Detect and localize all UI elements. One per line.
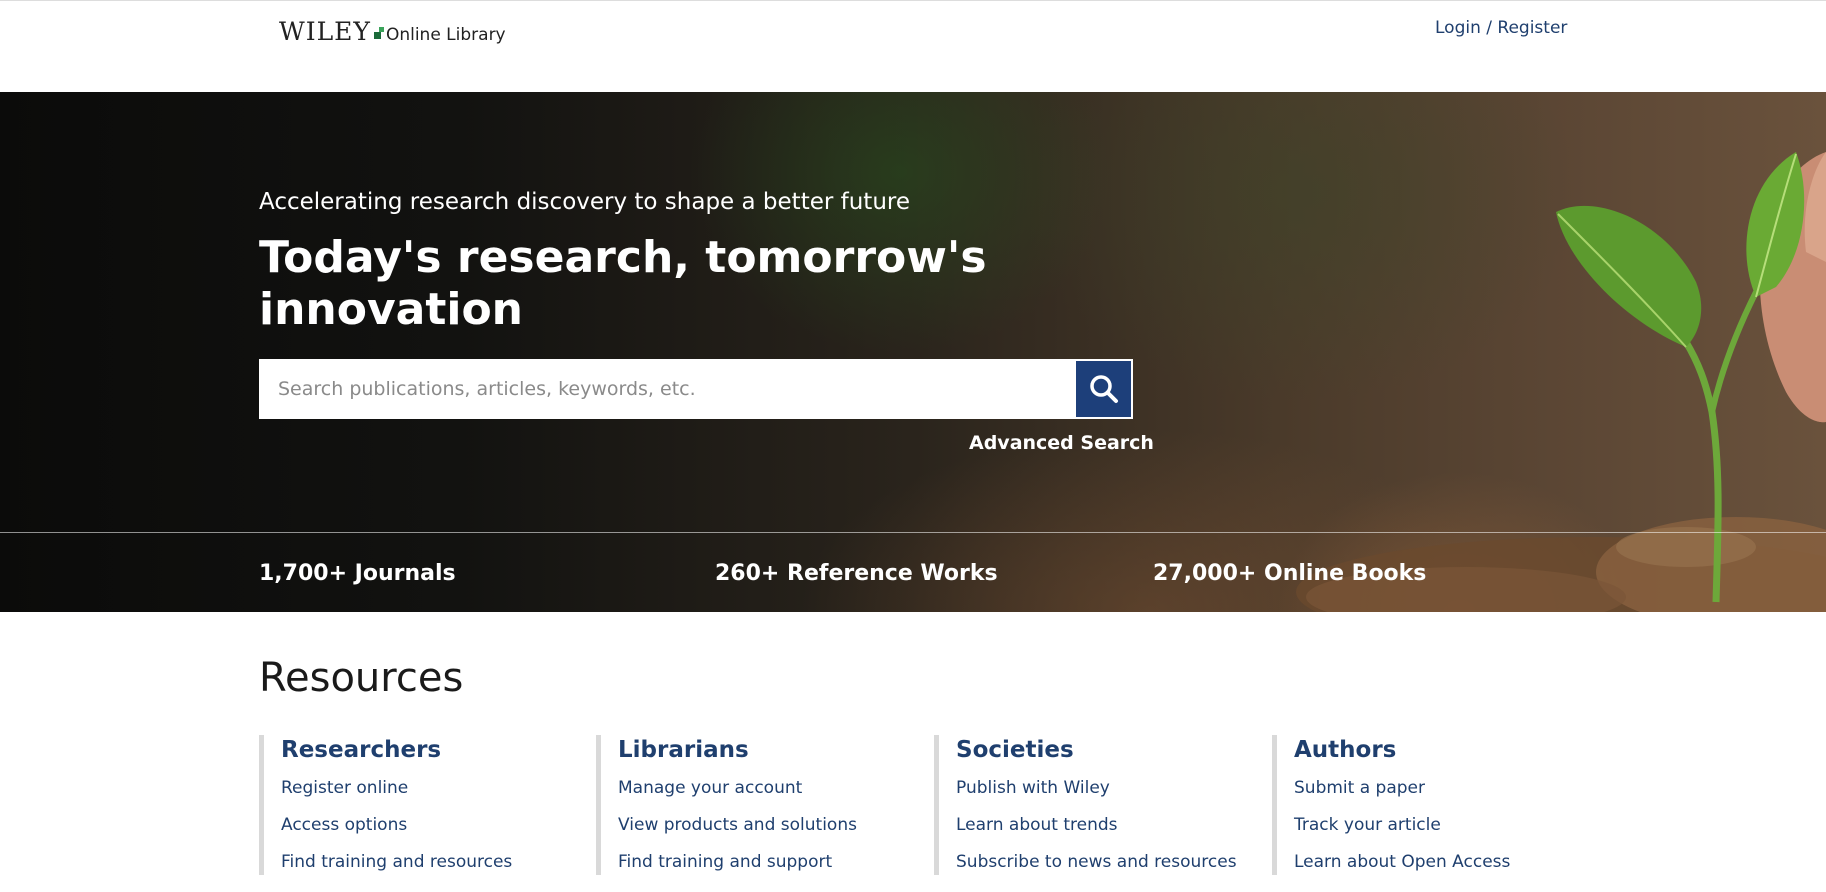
stat-online-books[interactable]: 27,000+ Online Books xyxy=(1153,561,1426,586)
hero-title: Today's research, tomorrow's innovation xyxy=(259,232,987,335)
resource-link[interactable]: Track your article xyxy=(1294,814,1602,836)
site-header: WILEY Online Library Login / Register xyxy=(0,0,1826,92)
resource-link[interactable]: Manage your account xyxy=(618,777,926,799)
resource-link[interactable]: Subscribe to news and resources xyxy=(956,851,1264,873)
logo-mark-icon xyxy=(373,27,384,39)
resource-link[interactable]: Access options xyxy=(281,814,589,836)
search-input[interactable] xyxy=(259,359,1075,419)
resource-link[interactable]: Find training and support xyxy=(618,851,926,873)
resources-heading[interactable]: Societies xyxy=(956,735,1264,765)
logo-brand-text: WILEY xyxy=(279,17,371,46)
wiley-online-library-logo[interactable]: WILEY Online Library xyxy=(279,17,506,46)
resources-heading[interactable]: Authors xyxy=(1294,735,1602,765)
resource-link[interactable]: View products and solutions xyxy=(618,814,926,836)
logo-product-text: Online Library xyxy=(385,25,506,45)
resources-column-authors: Authors Submit a paper Track your articl… xyxy=(1272,735,1602,875)
resources-heading[interactable]: Librarians xyxy=(618,735,926,765)
resources-column-societies: Societies Publish with Wiley Learn about… xyxy=(934,735,1264,875)
resources-title: Resources xyxy=(259,655,464,701)
search-icon xyxy=(1089,375,1118,403)
advanced-search-link[interactable]: Advanced Search xyxy=(969,432,1154,454)
hero-divider xyxy=(0,532,1826,533)
login-register-link[interactable]: Login / Register xyxy=(1435,18,1567,38)
search-bar xyxy=(259,359,1133,419)
resources-column-researchers: Researchers Register online Access optio… xyxy=(259,735,589,875)
hero-tagline: Accelerating research discovery to shape… xyxy=(259,189,910,215)
resources-heading[interactable]: Researchers xyxy=(281,735,589,765)
resource-link[interactable]: Register online xyxy=(281,777,589,799)
seedling-hero-image xyxy=(1296,152,1826,612)
hero-banner: Accelerating research discovery to shape… xyxy=(0,92,1826,612)
resource-link[interactable]: Find training and resources xyxy=(281,851,589,873)
search-button[interactable] xyxy=(1076,361,1131,417)
resource-link[interactable]: Learn about trends xyxy=(956,814,1264,836)
resource-link[interactable]: Submit a paper xyxy=(1294,777,1602,799)
stat-journals[interactable]: 1,700+ Journals xyxy=(259,561,456,586)
resource-link[interactable]: Publish with Wiley xyxy=(956,777,1264,799)
resource-link[interactable]: Learn about Open Access xyxy=(1294,851,1602,873)
stat-reference-works[interactable]: 260+ Reference Works xyxy=(715,561,998,586)
resources-column-librarians: Librarians Manage your account View prod… xyxy=(596,735,926,875)
